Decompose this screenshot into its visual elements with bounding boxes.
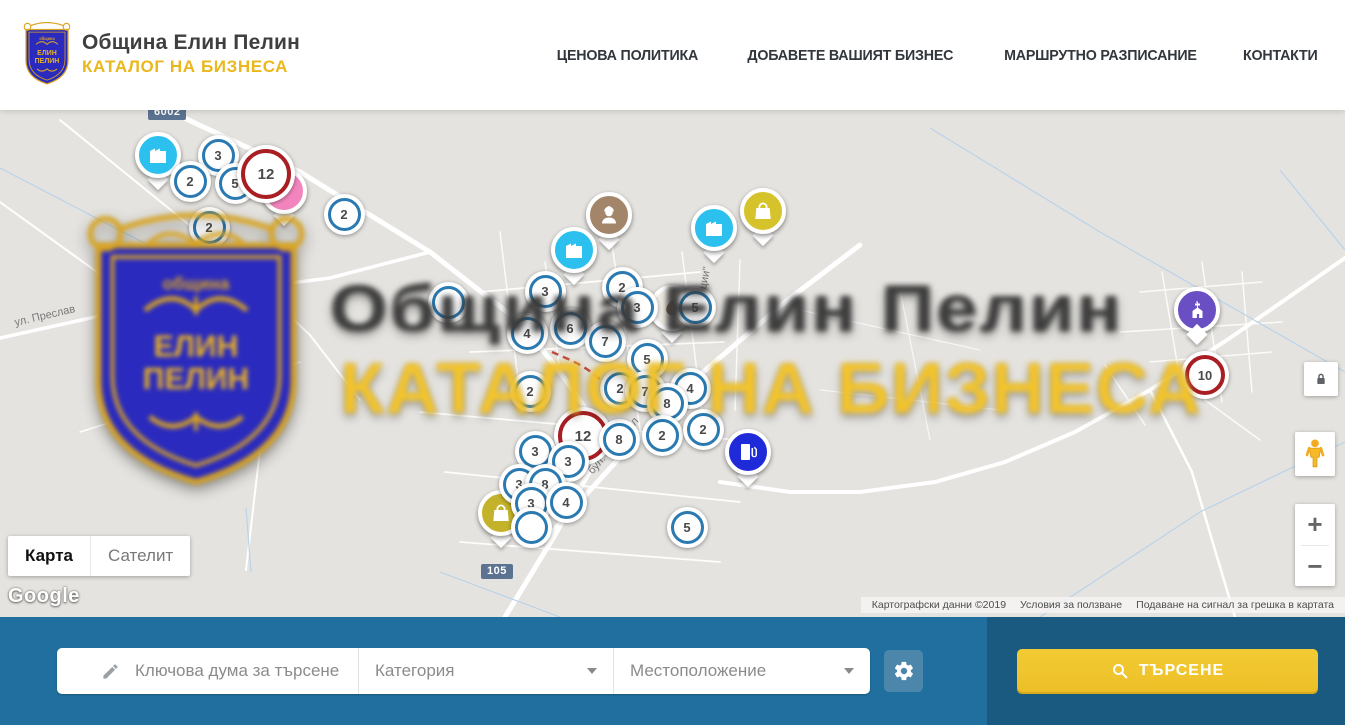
map-markers-layer: 3251222323564752274812822333834510 <box>0 110 1345 617</box>
main-nav: ЦЕНОВА ПОЛИТИКА ДОБАВЕТЕ ВАШИЯТ БИЗНЕС МАР… <box>553 0 1320 110</box>
map-marker-cluster[interactable]: 4 <box>507 313 548 354</box>
lock-button[interactable] <box>1304 362 1338 396</box>
search-fields-panel: Категория Местоположение <box>57 648 870 694</box>
municipality-crest-icon: община ЕЛИН ПЕЛИН <box>22 22 72 86</box>
site-subtitle: КАТАЛОГ НА БИЗНЕСА <box>82 57 300 77</box>
site-logo[interactable]: община ЕЛИН ПЕЛИН Община Елин Пелин КАТА… <box>22 22 300 86</box>
map-marker-cluster[interactable]: 2 <box>683 409 724 450</box>
search-bar: Категория Местоположение ТЪРСЕНЕ <box>0 617 1345 725</box>
zoom-out-button[interactable]: − <box>1295 546 1335 587</box>
map-marker-cluster[interactable] <box>428 282 469 323</box>
site-header: община ЕЛИН ПЕЛИН Община Елин Пелин КАТА… <box>0 0 1345 110</box>
map-marker-cluster[interactable]: 4 <box>546 482 587 523</box>
map-marker-cluster[interactable]: 2 <box>642 415 683 456</box>
map-marker-cluster[interactable]: 2 <box>170 161 211 202</box>
site-title: Община Елин Пелин <box>82 31 300 55</box>
location-select[interactable]: Местоположение <box>613 648 870 694</box>
google-logo[interactable]: Google <box>8 585 80 608</box>
zoom-control: + − <box>1295 504 1335 586</box>
map-type-map-button[interactable]: Карта <box>8 536 90 576</box>
map-marker-cluster[interactable]: 2 <box>510 371 551 412</box>
map-marker-cluster[interactable]: 5 <box>667 507 708 548</box>
map-marker-pin building-icon[interactable] <box>691 205 737 251</box>
map-marker-cluster[interactable]: 8 <box>599 419 640 460</box>
map-marker-cluster[interactable]: 2 <box>189 207 230 248</box>
svg-text:община: община <box>39 36 55 41</box>
google-map-canvas[interactable]: 3251222323564752274812822333834510 общин… <box>0 110 1345 617</box>
category-select[interactable]: Категория <box>358 648 613 694</box>
map-marker-pin fuel-icon[interactable] <box>725 429 771 475</box>
nav-item[interactable]: ДОБАВЕТЕ ВАШИЯТ БИЗНЕС <box>747 47 953 64</box>
search-button[interactable]: ТЪРСЕНЕ <box>1017 649 1318 692</box>
map-marker-cluster[interactable]: 3 <box>525 271 566 312</box>
pegman-button[interactable] <box>1295 432 1335 476</box>
chevron-down-icon <box>844 668 854 674</box>
map-marker-pin bag-icon[interactable] <box>740 188 786 234</box>
map-marker-cluster[interactable] <box>511 507 552 548</box>
pencil-icon <box>101 662 120 681</box>
page: 3251222323564752274812822333834510 общин… <box>0 0 1345 725</box>
nav-item[interactable]: ЦЕНОВА ПОЛИТИКА <box>557 47 698 64</box>
keyword-input[interactable] <box>135 661 358 681</box>
chevron-down-icon <box>587 668 597 674</box>
nav-item[interactable]: МАРШРУТНО РАЗПИСАНИЕ <box>1004 47 1197 64</box>
map-marker-pin church-icon[interactable] <box>1174 287 1220 333</box>
map-marker-cluster[interactable]: 5 <box>675 287 716 328</box>
location-value: Местоположение <box>630 661 766 681</box>
advanced-settings-button[interactable] <box>884 650 923 692</box>
terms-link[interactable]: Условия за ползване <box>1013 599 1129 611</box>
category-value: Категория <box>375 661 454 681</box>
attribution-copyright: Картографски данни ©2019 <box>865 599 1013 611</box>
map-attribution: Картографски данни ©2019 Условия за полз… <box>861 597 1345 613</box>
report-error-link[interactable]: Подаване на сигнал за грешка в картата <box>1129 599 1341 611</box>
map-marker-pin building-icon[interactable] <box>551 227 597 273</box>
magnifier-icon <box>1111 662 1129 680</box>
pegman-icon <box>1302 438 1328 470</box>
map-type-control: Карта Сателит <box>8 536 190 576</box>
search-button-label: ТЪРСЕНЕ <box>1139 662 1224 680</box>
map-marker-cluster[interactable]: 2 <box>324 194 365 235</box>
map-marker-pin worker-icon[interactable] <box>586 192 632 238</box>
nav-item[interactable]: КОНТАКТИ <box>1243 47 1318 64</box>
gear-icon <box>893 660 915 682</box>
map-type-satellite-button[interactable]: Сателит <box>90 536 190 576</box>
svg-text:ПЕЛИН: ПЕЛИН <box>35 56 60 65</box>
keyword-field[interactable] <box>57 648 358 694</box>
lock-icon <box>1313 371 1329 387</box>
map-marker-cluster[interactable]: 10 <box>1181 351 1229 399</box>
map-marker-cluster[interactable]: 7 <box>585 321 626 362</box>
map-marker-cluster[interactable]: 12 <box>237 145 295 203</box>
map-marker-cluster[interactable]: 3 <box>617 287 658 328</box>
zoom-in-button[interactable]: + <box>1295 504 1335 545</box>
